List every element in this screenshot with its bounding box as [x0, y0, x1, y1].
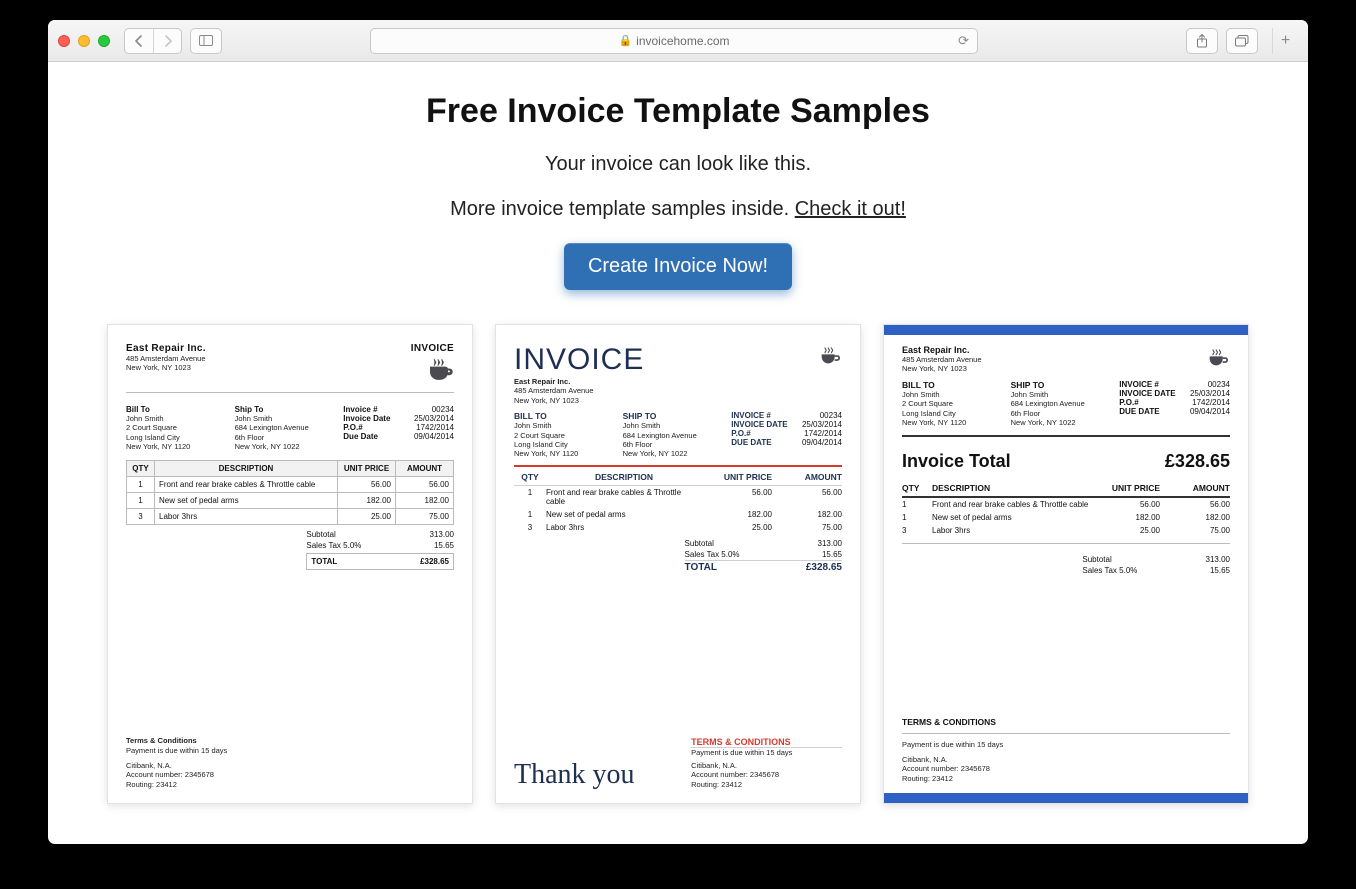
share-button[interactable] [1186, 28, 1218, 54]
create-invoice-button[interactable]: Create Invoice Now! [564, 243, 792, 290]
bottom-accent-bar [884, 793, 1248, 803]
invoice-total-label: Invoice Total [902, 451, 1011, 472]
table-row: 3Labor 3hrs25.0075.00 [902, 524, 1230, 537]
check-it-out-link[interactable]: Check it out! [795, 198, 906, 220]
sidebar-toggle[interactable] [190, 28, 222, 54]
template-gallery: East Repair Inc. 485 Amsterdam Avenue Ne… [88, 324, 1268, 804]
table-row: 3Labor 3hrs25.0075.00 [514, 521, 842, 534]
invoice-heading: INVOICE [411, 343, 454, 354]
company-name: East Repair Inc. [126, 343, 206, 354]
window-minimize-button[interactable] [78, 35, 90, 47]
lock-icon: 🔒 [618, 34, 632, 47]
ship-to-label: Ship To [235, 405, 336, 414]
table-row: 1Front and rear brake cables & Throttle … [902, 498, 1230, 511]
reload-icon[interactable]: ⟳ [958, 33, 969, 49]
titlebar: 🔒 invoicehome.com ⟳ + [48, 20, 1308, 62]
table-row: 1New set of pedal arms182.00182.00 [127, 492, 454, 508]
invoice-heading: INVOICE [514, 343, 644, 377]
window-maximize-button[interactable] [98, 35, 110, 47]
coffee-icon [1204, 345, 1230, 373]
company-addr1: 485 Amsterdam Avenue [126, 354, 206, 363]
back-button[interactable] [125, 29, 153, 53]
company-addr2: New York, NY 1023 [126, 363, 206, 372]
template-card-1[interactable]: East Repair Inc. 485 Amsterdam Avenue Ne… [107, 324, 473, 804]
tabs-button[interactable] [1226, 28, 1258, 54]
template-card-3[interactable]: East Repair Inc. 485 Amsterdam Avenue Ne… [883, 324, 1249, 804]
new-tab-button[interactable]: + [1272, 28, 1298, 54]
window-controls [58, 35, 110, 47]
coffee-icon [816, 343, 842, 371]
window-close-button[interactable] [58, 35, 70, 47]
table-row: 1Front and rear brake cables & Throttle … [514, 486, 842, 508]
bill-to-label: Bill To [126, 405, 227, 414]
more-text: More invoice template samples inside. Ch… [88, 198, 1268, 221]
coffee-icon [411, 354, 454, 386]
sidebar-icon [191, 29, 221, 53]
invoice-total-value: £328.65 [1165, 451, 1230, 472]
share-icon [1187, 29, 1217, 53]
table-row: 1Front and rear brake cables & Throttle … [127, 476, 454, 492]
table-row: 1New set of pedal arms182.00182.00 [902, 511, 1230, 524]
tabs-icon [1227, 29, 1257, 53]
url-bar[interactable]: 🔒 invoicehome.com ⟳ [370, 28, 978, 54]
page-title: Free Invoice Template Samples [88, 92, 1268, 131]
table-row: 1New set of pedal arms182.00182.00 [514, 508, 842, 521]
table-row: 3Labor 3hrs25.0075.00 [127, 508, 454, 524]
template-card-2[interactable]: INVOICE East Repair Inc. 485 Amsterdam A… [495, 324, 861, 804]
more-prefix: More invoice template samples inside. [450, 198, 795, 220]
forward-button[interactable] [153, 29, 181, 53]
items-table: QTY DESCRIPTION UNIT PRICE AMOUNT 1Front… [126, 460, 454, 525]
nav-back-forward [124, 28, 182, 54]
page-content: Free Invoice Template Samples Your invoi… [48, 62, 1308, 844]
page-subtitle: Your invoice can look like this. [88, 153, 1268, 176]
browser-window: 🔒 invoicehome.com ⟳ + Free Invoice Templ… [48, 20, 1308, 844]
thank-you-text: Thank you [514, 761, 635, 789]
top-accent-bar [884, 325, 1248, 335]
url-text: invoicehome.com [636, 34, 729, 48]
